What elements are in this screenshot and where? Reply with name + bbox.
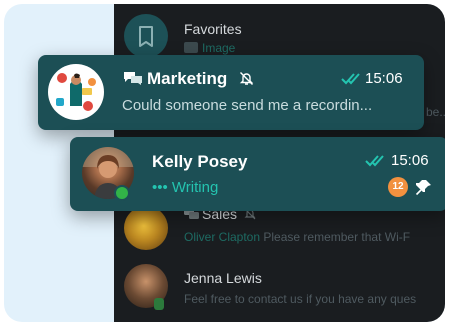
read-checkmarks-icon [365, 155, 384, 167]
marketing-avatar [48, 64, 104, 120]
sales-last-message: Oliver Clapton Please remember that Wi-F [184, 230, 411, 244]
online-status-dot [114, 185, 130, 201]
jenna-lewis-last-message: Feel free to contact us if you have any … [184, 292, 417, 306]
favorites-title: Favorites [184, 21, 242, 37]
group-chat-icon [124, 72, 142, 85]
chat-app-frame: Favorites Image be... Sales Oliver Cl [4, 4, 445, 322]
bell-off-icon [239, 72, 254, 85]
image-thumb-icon [184, 42, 198, 53]
marketing-time: 15:06 [365, 70, 403, 87]
chat-card-kelly-posey[interactable]: Kelly Posey 15:06 ••• Writing 12 [70, 137, 445, 211]
hidden-message-tail: be... [426, 105, 445, 119]
favorites-avatar [124, 14, 168, 58]
typing-indicator: ••• Writing [152, 179, 219, 196]
unread-count-badge: 12 [388, 177, 408, 197]
bookmark-icon [139, 26, 153, 47]
read-checkmarks-icon [341, 73, 360, 85]
marketing-title: Marketing [124, 69, 254, 89]
marketing-last-message: Could someone send me a recordin... [122, 97, 373, 114]
pin-icon[interactable] [415, 178, 433, 196]
chat-card-marketing[interactable]: Marketing 15:06 Could someone send me a … [38, 55, 424, 130]
jenna-lewis-title: Jenna Lewis [184, 270, 262, 286]
chat-row-jenna-lewis[interactable]: Jenna Lewis Feel free to contact us if y… [114, 262, 445, 322]
kelly-posey-time: 15:06 [391, 152, 429, 169]
sales-avatar [124, 206, 168, 250]
online-indicator [154, 298, 164, 310]
favorites-subtitle: Image [184, 41, 235, 55]
kelly-posey-title: Kelly Posey [152, 152, 248, 171]
